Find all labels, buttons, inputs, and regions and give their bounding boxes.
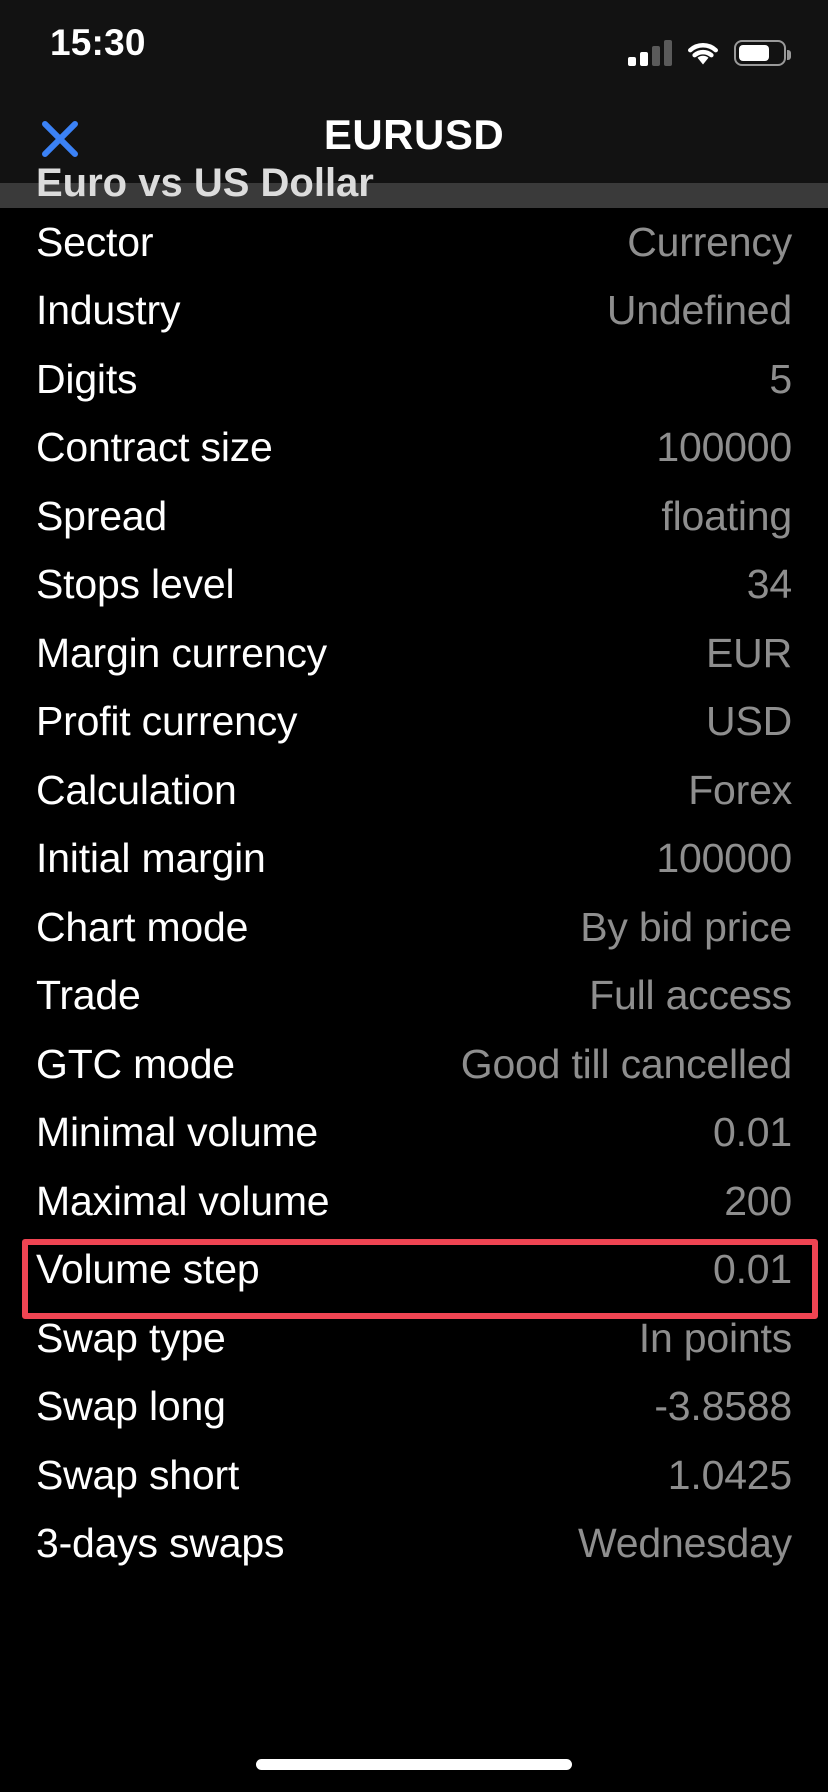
screen: 15:30 EURUSD Euro vs US Dollar Sector Cu…: [0, 0, 828, 1792]
spec-row[interactable]: Swap type In points: [0, 1304, 828, 1373]
spec-row-label: Swap type: [36, 1314, 226, 1361]
cellular-signal-icon: [628, 40, 672, 66]
spec-row-label: Industry: [36, 287, 181, 334]
spec-row[interactable]: Trade Full access: [0, 962, 828, 1031]
spec-row-value: Undefined: [606, 287, 792, 334]
spec-row-label: Volume step: [36, 1246, 260, 1293]
page-title: EURUSD: [323, 111, 505, 158]
spec-row-value: floating: [661, 492, 792, 539]
spec-row-label: Trade: [36, 972, 141, 1019]
spec-row-value: 100000: [656, 835, 792, 882]
spec-row[interactable]: Chart mode By bid price: [0, 893, 828, 962]
spec-row-label: Digits: [36, 355, 138, 402]
spec-row-label: Swap short: [36, 1451, 240, 1498]
spec-row-value: Full access: [589, 972, 792, 1019]
spec-row-value: USD: [706, 698, 792, 745]
spec-row-label: Margin currency: [36, 629, 327, 676]
spec-row[interactable]: Digits 5: [0, 345, 828, 414]
spec-row[interactable]: Volume step 0.01: [0, 1236, 828, 1305]
wifi-icon: [686, 40, 720, 66]
spec-row-value: Currency: [627, 218, 792, 265]
spec-row[interactable]: Sector Currency: [0, 208, 828, 277]
spec-row-value: -3.8588: [654, 1383, 792, 1430]
spec-row[interactable]: Calculation Forex: [0, 756, 828, 825]
home-indicator[interactable]: [256, 1759, 572, 1770]
spec-row-label: Initial margin: [36, 835, 266, 882]
spec-row[interactable]: Stops level 34: [0, 551, 828, 620]
spec-row-value: In points: [638, 1314, 792, 1361]
spec-row-label: Maximal volume: [36, 1177, 330, 1224]
spec-row-value: 1.0425: [667, 1451, 792, 1498]
spec-row-label: Chart mode: [36, 903, 249, 950]
spec-row[interactable]: Industry Undefined: [0, 277, 828, 346]
status-bar-time: 15:30: [50, 22, 146, 63]
spec-row-label: Stops level: [36, 561, 235, 608]
spec-row[interactable]: Minimal volume 0.01: [0, 1099, 828, 1168]
status-bar: 15:30: [0, 0, 828, 88]
spec-row-value: Wednesday: [578, 1520, 792, 1567]
spec-row-label: Contract size: [36, 424, 273, 471]
spec-row[interactable]: Initial margin 100000: [0, 825, 828, 894]
spec-row-value: By bid price: [580, 903, 792, 950]
spec-row-label: Profit currency: [36, 698, 298, 745]
spec-row[interactable]: GTC mode Good till cancelled: [0, 1030, 828, 1099]
spec-row-value: 34: [746, 561, 792, 608]
spec-row-value: 100000: [656, 424, 792, 471]
spec-row[interactable]: Swap short 1.0425: [0, 1441, 828, 1510]
section-header: Euro vs US Dollar: [0, 161, 828, 208]
section-header-label: Euro vs US Dollar: [36, 161, 374, 205]
spec-row-label: Minimal volume: [36, 1109, 318, 1156]
symbol-specification-list[interactable]: Sector Currency Industry Undefined Digits 5 Co…: [0, 208, 828, 1578]
spec-row[interactable]: Maximal volume 200: [0, 1167, 828, 1236]
spec-row-label: Calculation: [36, 766, 237, 813]
spec-row-value: 0.01: [713, 1109, 792, 1156]
spec-row-label: Spread: [36, 492, 168, 539]
spec-row-label: 3-days swaps: [36, 1520, 285, 1567]
spec-row-label: GTC mode: [36, 1040, 235, 1087]
spec-row-value: 0.01: [713, 1246, 792, 1293]
spec-row-value: 5: [769, 355, 792, 402]
spec-row-label: Sector: [36, 218, 154, 265]
spec-row-value: EUR: [706, 629, 792, 676]
spec-row-value: Good till cancelled: [460, 1040, 792, 1087]
spec-row[interactable]: Contract size 100000: [0, 414, 828, 483]
spec-row[interactable]: 3-days swaps Wednesday: [0, 1510, 828, 1579]
spec-row-label: Swap long: [36, 1383, 226, 1430]
spec-row-value: Forex: [688, 766, 792, 813]
spec-row[interactable]: Margin currency EUR: [0, 619, 828, 688]
spec-row-value: 200: [724, 1177, 792, 1224]
status-bar-indicators: [628, 28, 791, 66]
spec-row[interactable]: Spread floating: [0, 482, 828, 551]
battery-icon: [734, 40, 791, 66]
spec-row[interactable]: Profit currency USD: [0, 688, 828, 757]
spec-row[interactable]: Swap long -3.8588: [0, 1373, 828, 1442]
